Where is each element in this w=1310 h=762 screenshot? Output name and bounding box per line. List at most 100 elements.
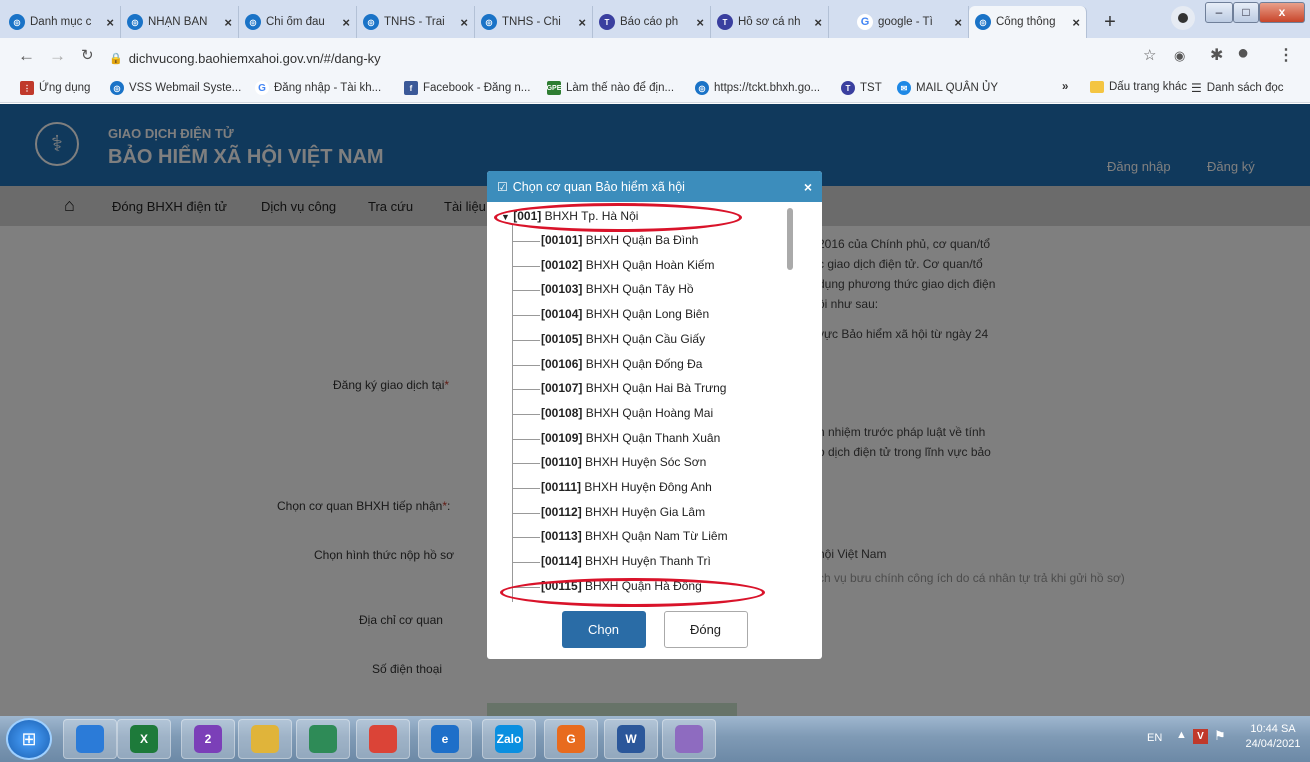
tree-item[interactable]: [00104] BHXH Quận Long Biên <box>541 307 709 321</box>
flag-icon[interactable]: ⚑ <box>1214 728 1226 744</box>
language-indicator[interactable]: EN <box>1147 732 1162 744</box>
taskbar-app-button[interactable]: Zalo <box>482 719 536 759</box>
bookmarks-more-button[interactable]: » <box>1062 81 1068 93</box>
browser-tab[interactable]: ◎ Danh mục c × <box>3 6 121 38</box>
paint-icon <box>675 725 703 753</box>
vss-icon: ◎ <box>481 14 497 30</box>
taskbar-app-button[interactable]: G <box>544 719 598 759</box>
browser-tab[interactable]: T Báo cáo ph × <box>593 6 711 38</box>
browser-tab-active[interactable]: ◎ Cổng thông × <box>969 6 1087 38</box>
tree-connector <box>512 463 540 465</box>
antivirus-icon[interactable]: V <box>1193 729 1208 744</box>
lock-icon: 🔒 <box>109 52 123 65</box>
browser-tab[interactable]: ◎ TNHS - Trai × <box>357 6 475 38</box>
close-window-button[interactable]: x <box>1259 2 1305 23</box>
tree-scrollbar[interactable] <box>787 208 793 270</box>
tree-item[interactable]: [00102] BHXH Quận Hoàn Kiếm <box>541 258 714 272</box>
vss-icon: ◎ <box>363 14 379 30</box>
tree-item[interactable]: [00112] BHXH Huyện Gia Lâm <box>541 505 705 519</box>
bookmark-star-icon[interactable]: ☆ <box>1143 47 1156 65</box>
browser-tab[interactable]: ◎ TNHS - Chi × <box>475 6 593 38</box>
tst-icon: T <box>841 81 855 95</box>
taskbar-app-button[interactable]: X <box>117 719 171 759</box>
browser-tab-bar: ◎ Danh mục c × ◎ NHẬN BÀN × ◎ Chi ốm đau × ◎ TN… <box>0 0 1310 38</box>
bookmark-item[interactable]: ◎ VSS Webmail Syste... <box>110 81 241 95</box>
taskbar-app-button[interactable] <box>296 719 350 759</box>
more-menu-icon[interactable]: ⋮ <box>1278 47 1294 65</box>
tree-item[interactable]: [00103] BHXH Quận Tây Hồ <box>541 282 694 296</box>
profile-icon[interactable]: ● <box>1237 43 1249 63</box>
taskbar-app-button[interactable] <box>238 719 292 759</box>
tree-item[interactable]: [00101] BHXH Quận Ba Đình <box>541 233 698 247</box>
close-tab-icon[interactable]: × <box>954 15 962 30</box>
browser-tab[interactable]: Ggoogle - Tì × <box>851 6 969 38</box>
close-tab-icon[interactable]: × <box>342 15 350 30</box>
bookmark-item[interactable]: f Facebook - Đăng n... <box>404 81 530 95</box>
tree-item[interactable]: [00107] BHXH Quận Hai Bà Trưng <box>541 381 726 395</box>
tree-item[interactable]: [00108] BHXH Quận Hoàng Mai <box>541 406 713 420</box>
minimize-button[interactable]: – <box>1205 2 1233 23</box>
tree-item[interactable]: [00106] BHXH Quận Đống Đa <box>541 357 702 371</box>
tree-connector <box>512 290 540 292</box>
highlight-hadong-annotation <box>500 578 765 607</box>
reading-list-button[interactable]: ☰ Danh sách đọc <box>1191 81 1283 95</box>
tree-item[interactable]: [00111] BHXH Huyện Đông Anh <box>541 480 712 494</box>
close-tab-icon[interactable]: × <box>1072 15 1080 30</box>
profile-menu-icon[interactable] <box>1171 6 1195 30</box>
tree-item[interactable]: [00113] BHXH Quận Nam Từ Liêm <box>541 529 728 543</box>
vss-icon: ◎ <box>110 81 124 95</box>
bookmark-item[interactable]: T TST <box>841 81 882 95</box>
mail-icon: ✉ <box>897 81 911 95</box>
app-icon <box>309 725 337 753</box>
bookmark-item[interactable]: ⋮ Ứng dụng <box>20 81 90 95</box>
clock[interactable]: 10:44 SA 24/04/2021 <box>1242 722 1304 752</box>
ie-icon: e <box>431 725 459 753</box>
tree-item[interactable]: [00105] BHXH Quận Cầu Giấy <box>541 332 705 346</box>
bookmark-item[interactable]: GPE Làm thế nào để địn... <box>547 81 674 95</box>
vss-icon: ◎ <box>9 14 25 30</box>
windows-start-button[interactable]: ⊞ <box>6 718 52 760</box>
tst-icon: T <box>717 14 733 30</box>
bookmarks-bar: ⋮ Ứng dụng ◎ VSS Webmail Syste... G Đăng nh… <box>0 75 1310 103</box>
close-tab-icon[interactable]: × <box>814 15 822 30</box>
taskbar-app-button[interactable] <box>662 719 716 759</box>
tree-connector <box>512 438 540 440</box>
browser-tab[interactable]: ◎ Chi ốm đau × <box>239 6 357 38</box>
extensions-puzzle-icon[interactable]: ✱ <box>1210 47 1223 65</box>
url-bar[interactable]: 🔒 dichvucong.baohiemxahoi.gov.vn/#/dang-… <box>109 46 1069 70</box>
forward-icon[interactable]: → <box>49 47 66 65</box>
other-bookmarks-folder[interactable]: Dấu trang khác <box>1090 81 1187 93</box>
taskbar-app-button[interactable] <box>356 719 410 759</box>
close-tab-icon[interactable]: × <box>460 15 468 30</box>
new-tab-button[interactable]: + <box>1097 11 1123 35</box>
tree-item[interactable]: [00110] BHXH Huyện Sóc Sơn <box>541 455 706 469</box>
taskbar-app-button[interactable] <box>63 719 117 759</box>
maximize-button[interactable]: □ <box>1233 2 1259 23</box>
vss-icon: ◎ <box>127 14 143 30</box>
taskbar-app-button[interactable]: 2 <box>181 719 235 759</box>
close-tab-icon[interactable]: × <box>106 15 114 30</box>
modal-header: ☑ Chọn cơ quan Bảo hiểm xã hội × <box>487 171 822 202</box>
bookmark-item[interactable]: G Đăng nhập - Tài kh... <box>255 81 381 95</box>
bookmark-item[interactable]: ◎ https://tckt.bhxh.go... <box>695 81 820 95</box>
tree-item[interactable]: [00109] BHXH Quận Thanh Xuân <box>541 431 720 445</box>
close-tab-icon[interactable]: × <box>224 15 232 30</box>
close-modal-icon[interactable]: × <box>804 179 812 195</box>
reload-icon[interactable]: ↻ <box>81 47 94 65</box>
vss-icon: ◎ <box>245 14 261 30</box>
bookmark-item[interactable]: ✉ MAIL QUÂN ỦY <box>897 81 998 95</box>
close-tab-icon[interactable]: × <box>578 15 586 30</box>
extension-icon[interactable]: ◉ <box>1174 47 1185 65</box>
tree-item[interactable]: [00114] BHXH Huyện Thanh Trì <box>541 554 711 568</box>
close-button[interactable]: Đóng <box>663 611 748 648</box>
browser-tab[interactable]: T Hồ sơ cá nh × <box>711 6 829 38</box>
zalo-icon: Zalo <box>495 725 523 753</box>
browser-tab[interactable]: ◎ NHẬN BÀN × <box>121 6 239 38</box>
taskbar-app-button[interactable]: e <box>418 719 472 759</box>
tray-arrow-icon[interactable]: ▲ <box>1176 729 1187 741</box>
taskbar-app-button[interactable]: W <box>604 719 658 759</box>
select-button[interactable]: Chọn <box>561 611 646 648</box>
close-tab-icon[interactable]: × <box>696 15 704 30</box>
back-icon[interactable]: ← <box>18 47 35 65</box>
tree-connector <box>512 364 540 366</box>
